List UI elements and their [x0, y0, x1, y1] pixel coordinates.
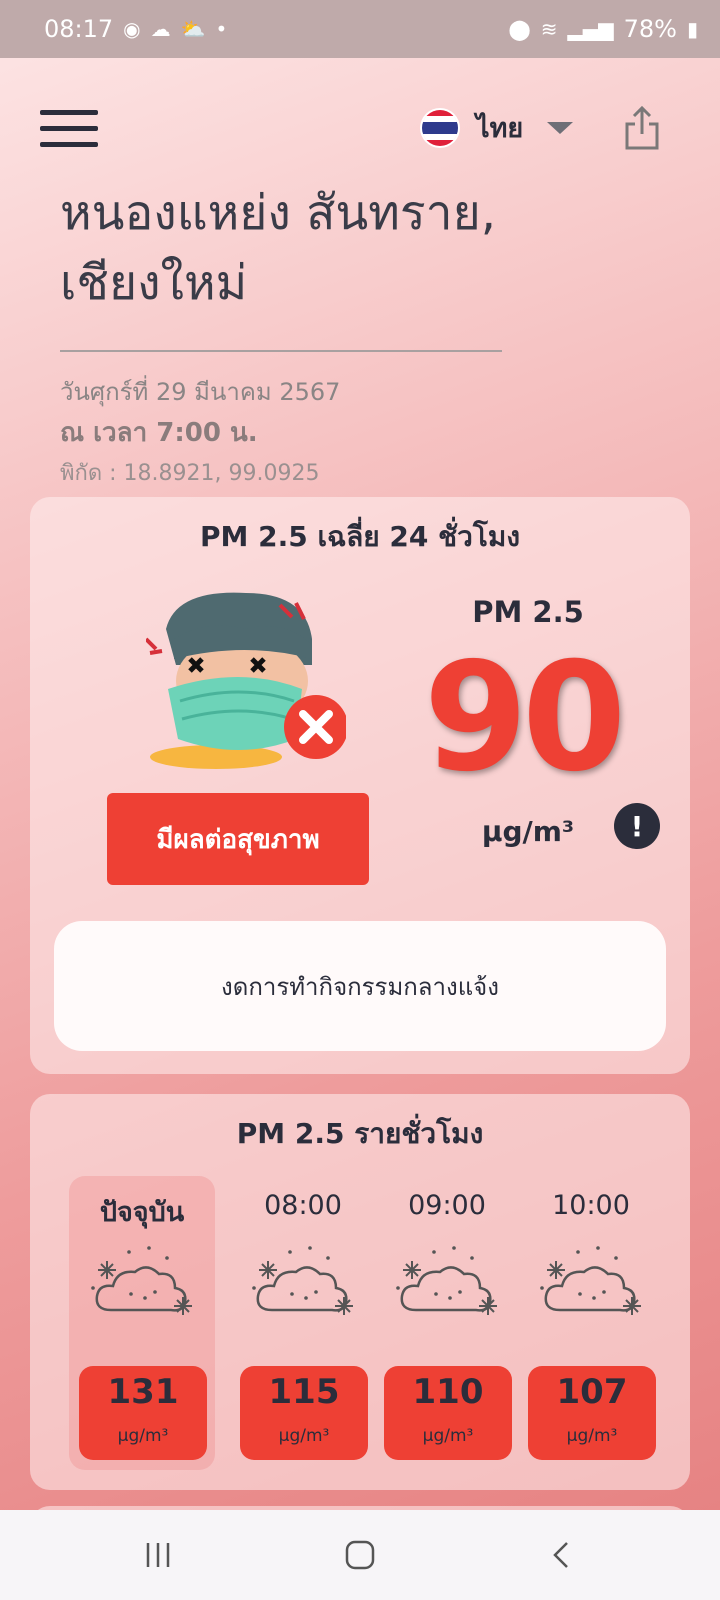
- hourly-card-title: PM 2.5 รายชั่วโมง: [236, 1117, 484, 1150]
- hour-value-box: 131 μg/m³: [79, 1366, 207, 1460]
- hourly-item-0800[interactable]: 08:00 115 μg/m³: [230, 1176, 376, 1470]
- notification-dot-icon: •: [215, 17, 228, 41]
- location-icon: ⬤: [508, 17, 531, 41]
- share-icon[interactable]: [622, 104, 662, 152]
- line-app-icon: ◉: [123, 17, 141, 41]
- hour-time: 09:00: [408, 1190, 486, 1221]
- hour-time: ปัจจุบัน: [99, 1197, 185, 1228]
- pm-value: 90: [423, 631, 627, 805]
- daily-average-card: PM 2.5 เฉลี่ย 24 ชั่วโมง มีผลต่อสุขภาพ P…: [30, 497, 690, 1074]
- sick-face-mask-icon: [146, 592, 346, 769]
- hour-value: 131: [107, 1372, 179, 1412]
- language-selector[interactable]: ไทย: [422, 106, 574, 149]
- hour-value-box: 115 μg/m³: [240, 1366, 368, 1460]
- hour-value: 107: [556, 1372, 628, 1412]
- hourly-item-0900[interactable]: 09:00 110 μg/m³: [374, 1176, 520, 1470]
- hamburger-menu-icon[interactable]: [40, 110, 98, 150]
- time-text: ณ เวลา 7:00 น.: [60, 418, 258, 448]
- weather-icon: ⛅: [180, 17, 206, 41]
- recent-apps-icon[interactable]: [118, 1510, 198, 1600]
- location-line-2: เชียงใหม่: [60, 255, 248, 311]
- status-bar: 08:17 ◉ ☁ ⛅ • ⬤ ≋ ▂▄▆ 78% ▮: [0, 0, 720, 58]
- info-icon[interactable]: !: [614, 803, 660, 849]
- health-status-button[interactable]: มีผลต่อสุขภาพ: [107, 793, 369, 885]
- hour-unit: μg/m³: [278, 1426, 330, 1446]
- hour-value: 115: [268, 1372, 340, 1412]
- hour-value-box: 107 μg/m³: [528, 1366, 656, 1460]
- dust-cloud-icon: [396, 1246, 497, 1315]
- hourly-item-1000[interactable]: 10:00 107 μg/m³: [518, 1176, 664, 1470]
- dust-cloud-icon: [91, 1246, 192, 1315]
- dust-cloud-icon: [540, 1246, 641, 1315]
- pm-label: PM 2.5: [472, 595, 584, 629]
- daily-card-title: PM 2.5 เฉลี่ย 24 ชั่วโมง: [199, 520, 521, 553]
- location-line-1: หนองแหย่ง สันทราย,: [60, 185, 496, 241]
- pm-unit: μg/m³: [481, 815, 575, 848]
- hour-unit: μg/m³: [117, 1426, 169, 1446]
- hour-time: 08:00: [264, 1190, 342, 1221]
- coordinates-text: พิกัด : 18.8921, 99.0925: [60, 461, 320, 486]
- health-advice: งดการทำกิจกรรมกลางแจ้ง: [54, 921, 666, 1051]
- signal-icon: ▂▄▆: [567, 17, 614, 41]
- home-icon[interactable]: [320, 1510, 400, 1600]
- hour-unit: μg/m³: [566, 1426, 618, 1446]
- top-bar: ไทย: [0, 100, 720, 160]
- hour-time: 10:00: [552, 1190, 630, 1221]
- hourly-card: PM 2.5 รายชั่วโมง ปัจจุบัน 131 μg/m³ 08:…: [30, 1094, 690, 1490]
- location-name: หนองแหย่ง สันทราย, เชียงใหม่: [60, 178, 496, 318]
- cloud-icon: ☁: [150, 17, 171, 41]
- hour-unit: μg/m³: [422, 1426, 474, 1446]
- wifi-icon: ≋: [540, 17, 558, 41]
- status-time: 08:17: [44, 15, 114, 43]
- hourly-item-current[interactable]: ปัจจุบัน 131 μg/m³: [69, 1176, 215, 1470]
- advice-text: งดการทำกิจกรรมกลางแจ้ง: [221, 972, 499, 1001]
- battery-icon: ▮: [686, 17, 698, 41]
- system-nav-bar: [0, 1510, 720, 1600]
- hour-value: 110: [412, 1372, 484, 1412]
- dust-cloud-icon: [252, 1246, 353, 1315]
- thai-flag-icon: [422, 109, 458, 146]
- date-text: วันศุกร์ที่ 29 มีนาคม 2567: [60, 378, 341, 406]
- hour-value-box: 110 μg/m³: [384, 1366, 512, 1460]
- language-label: ไทย: [476, 113, 524, 144]
- divider: [60, 350, 502, 352]
- back-icon[interactable]: [522, 1510, 602, 1600]
- battery-level: 78%: [623, 15, 677, 43]
- chevron-down-icon: [547, 121, 574, 134]
